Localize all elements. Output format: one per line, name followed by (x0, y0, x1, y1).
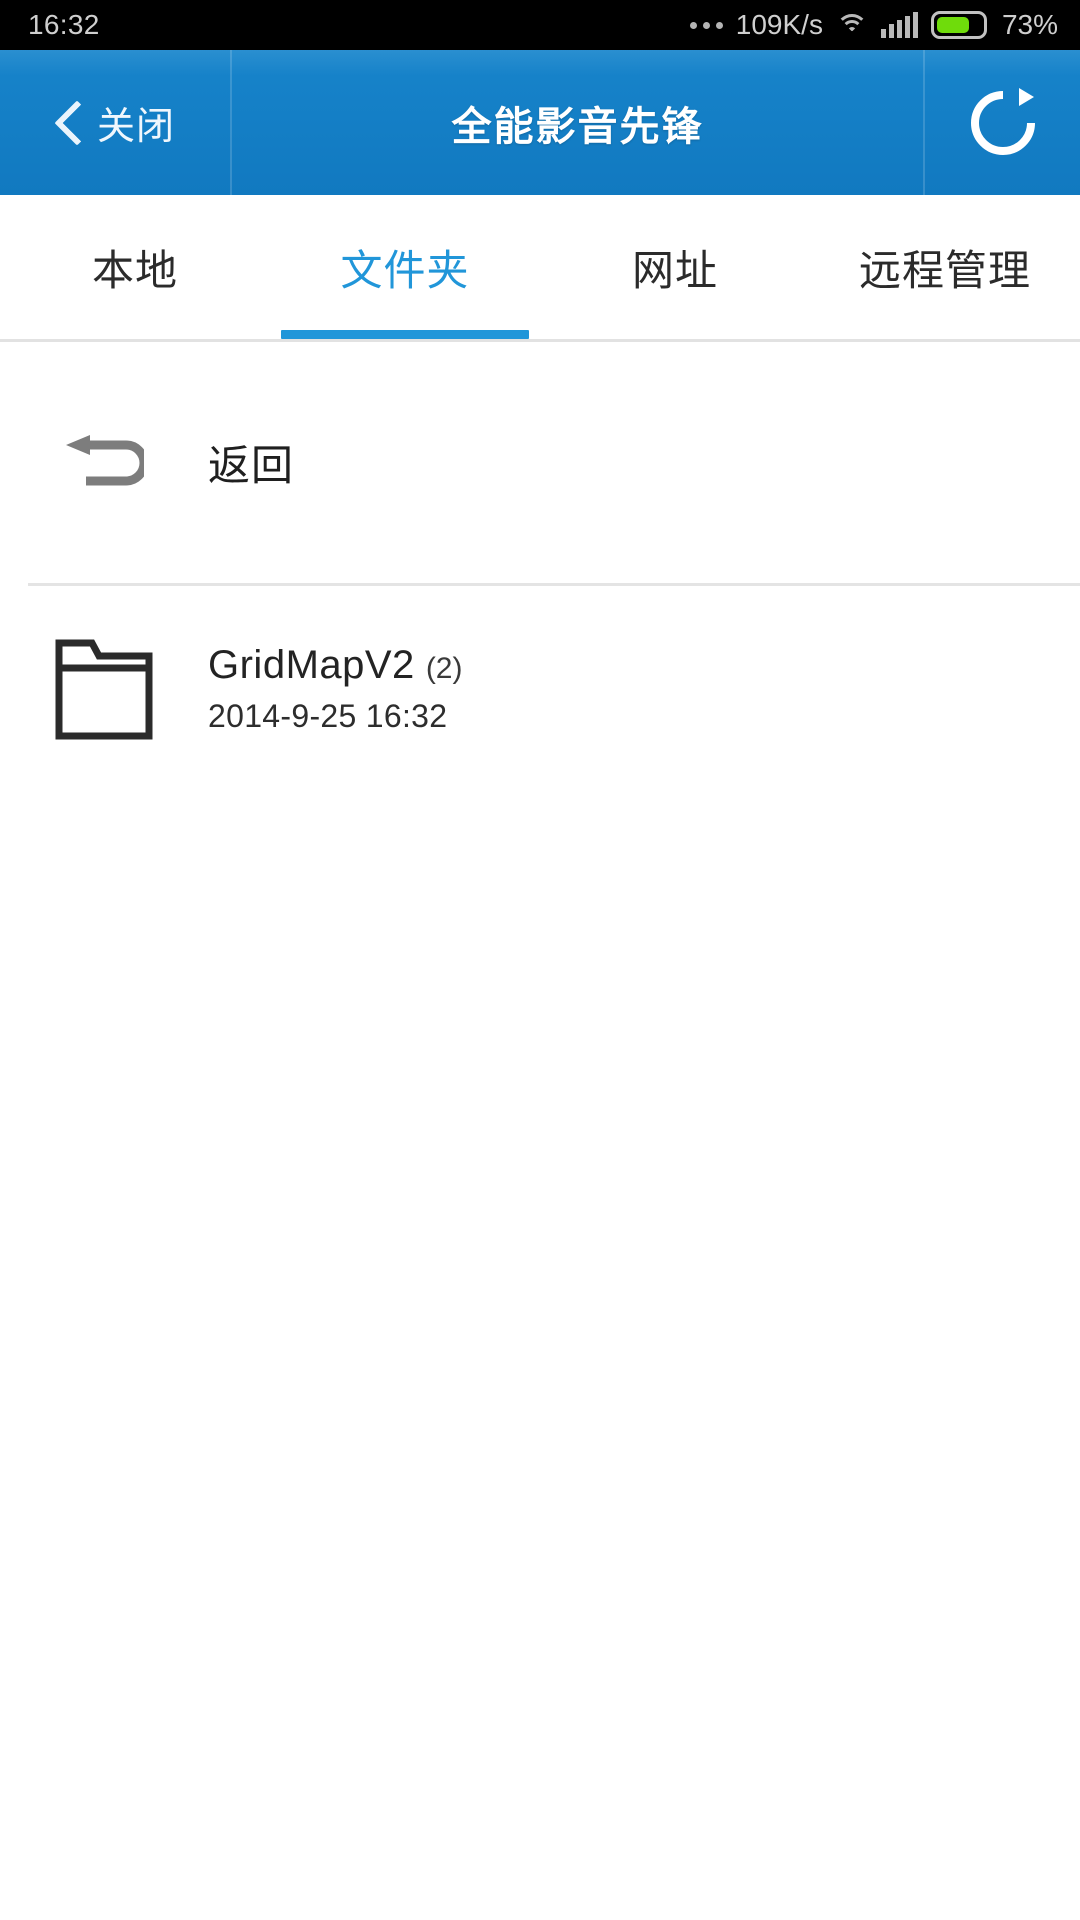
refresh-icon (970, 87, 1035, 155)
folder-icon (55, 639, 153, 739)
tab-local[interactable]: 本地 (0, 195, 270, 339)
battery-percent-label: 73% (1001, 9, 1058, 40)
folder-icon-cell (0, 637, 208, 741)
header-title-area: 全能影音先锋 (232, 50, 925, 195)
app-header: 关闭 全能影音先锋 (0, 50, 1080, 198)
undo-return-arrow-icon (66, 434, 144, 485)
file-list: 返回 GridMapV2 (2) 2014-9-25 16:32 (0, 342, 1080, 791)
close-button-label: 关闭 (96, 106, 175, 148)
list-item-folder[interactable]: GridMapV2 (2) 2014-9-25 16:32 (0, 586, 1080, 791)
tab-label: 本地 (91, 246, 178, 294)
folder-modified-date: 2014-9-25 16:32 (208, 697, 448, 734)
back-row-label: 返回 (208, 442, 295, 489)
status-bar: 16:32 109K/s 73% (0, 0, 1080, 50)
tab-remote-management[interactable]: 远程管理 (810, 195, 1080, 339)
tab-url[interactable]: 网址 (540, 195, 810, 339)
tab-bar: 本地 文件夹 网址 远程管理 (0, 195, 1080, 342)
more-dots-icon (689, 21, 723, 29)
cellular-signal-icon (880, 12, 918, 38)
tab-label: 文件夹 (340, 246, 470, 294)
app-screen: 16:32 109K/s 73% 关闭 全能影音先锋 本地 文件夹 网址 远程管… (0, 0, 1080, 1920)
network-speed-label: 109K/s (735, 9, 823, 40)
close-button[interactable]: 关闭 (0, 50, 232, 195)
chevron-left-icon (55, 101, 81, 145)
tab-folder[interactable]: 文件夹 (270, 195, 540, 339)
folder-name: GridMapV2 (208, 642, 415, 687)
tab-label: 网址 (631, 246, 718, 294)
folder-text-block: GridMapV2 (2) 2014-9-25 16:32 (208, 643, 462, 735)
battery-icon (930, 11, 987, 39)
folder-item-count: (2) (425, 651, 463, 685)
status-clock: 16:32 (28, 9, 100, 40)
folder-title-line: GridMapV2 (2) (208, 643, 462, 688)
active-tab-indicator (281, 330, 529, 339)
page-title: 全能影音先锋 (451, 104, 704, 149)
list-item-back[interactable]: 返回 (0, 342, 1080, 583)
status-indicators: 109K/s 73% (689, 9, 1058, 40)
tab-label: 远程管理 (858, 246, 1031, 294)
refresh-button[interactable] (925, 50, 1080, 195)
back-icon-cell (0, 434, 208, 491)
wifi-icon (835, 12, 868, 38)
